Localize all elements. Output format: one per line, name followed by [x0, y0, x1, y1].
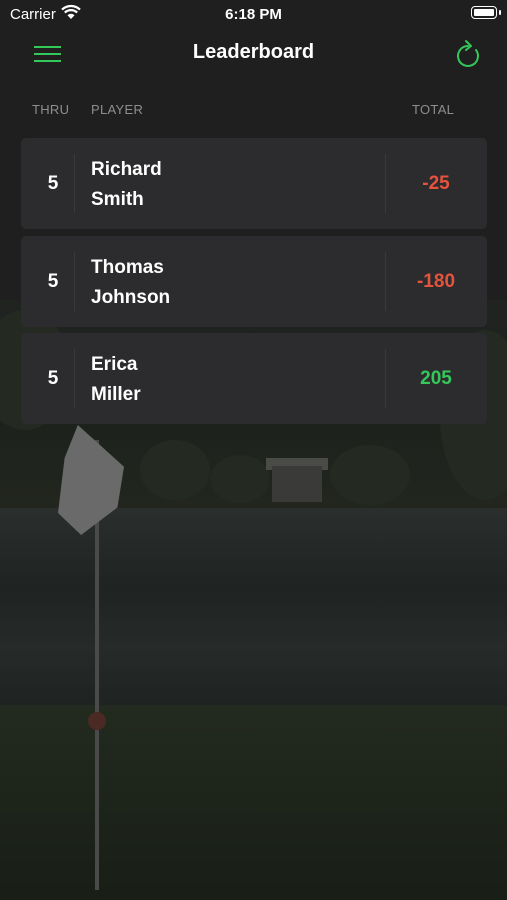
column-header-total: TOTAL	[412, 102, 455, 117]
battery-icon	[471, 6, 501, 19]
page-title: Leaderboard	[192, 41, 315, 63]
player-name: Thomas Johnson	[91, 253, 170, 313]
player-thru: 5	[47, 271, 59, 292]
player-last-name: Johnson	[91, 287, 171, 308]
divider	[74, 252, 75, 311]
player-thru: 5	[47, 368, 59, 389]
player-total: -25	[422, 173, 450, 194]
player-name: Richard Smith	[91, 155, 162, 215]
refresh-icon[interactable]	[454, 39, 482, 69]
clock-time: 6:18 PM	[225, 6, 282, 23]
player-name: Erica Miller	[91, 350, 141, 410]
player-first-name: Thomas	[91, 257, 164, 278]
player-last-name: Miller	[91, 384, 141, 405]
status-bar: Carrier 6:18 PM	[0, 0, 507, 28]
leaderboard-row[interactable]: 5 Erica Miller 205	[21, 333, 487, 424]
divider	[74, 349, 75, 408]
navigation-bar: Leaderboard	[0, 32, 507, 76]
player-total: 205	[420, 368, 452, 389]
leaderboard-row[interactable]: 5 Richard Smith -25	[21, 138, 487, 229]
player-thru: 5	[47, 173, 59, 194]
player-first-name: Erica	[91, 354, 138, 375]
column-header-thru: THRU	[32, 102, 70, 117]
leaderboard-row[interactable]: 5 Thomas Johnson -180	[21, 236, 487, 327]
leaderboard-column-headers: THRU PLAYER TOTAL	[0, 102, 507, 118]
player-last-name: Smith	[91, 189, 144, 210]
column-header-player: PLAYER	[91, 102, 144, 117]
player-total: -180	[416, 271, 456, 292]
player-first-name: Richard	[91, 159, 162, 180]
background-golf-course-image	[0, 0, 507, 900]
divider	[74, 154, 75, 213]
